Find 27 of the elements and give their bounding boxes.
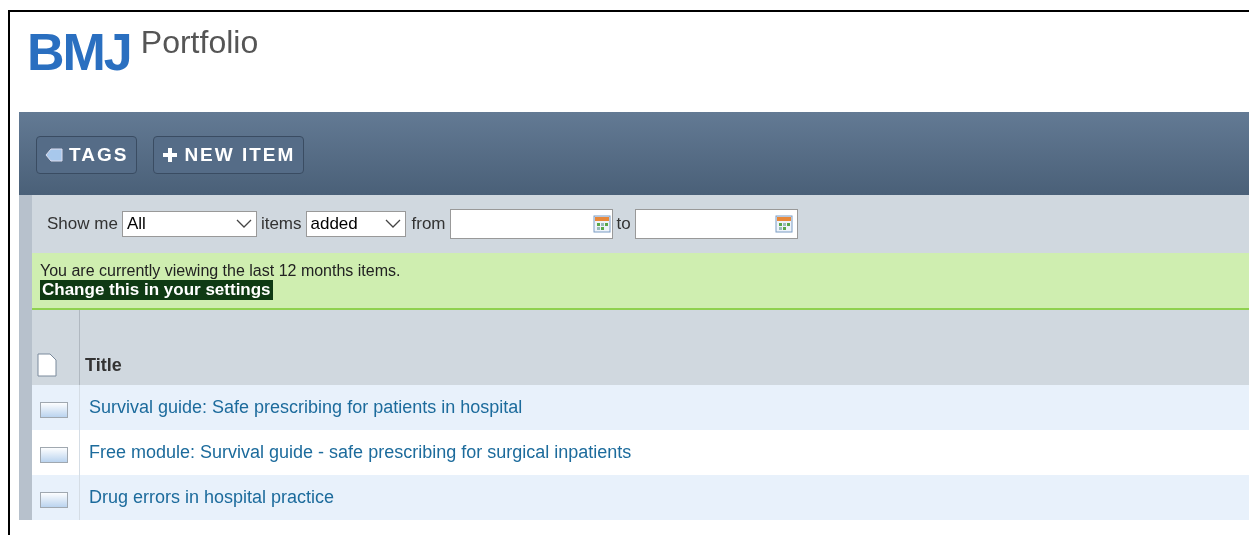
plus-icon bbox=[162, 147, 179, 163]
filter-label: from bbox=[411, 213, 446, 236]
chevron-down-icon bbox=[384, 219, 401, 229]
item-title-link[interactable]: Free module: Survival guide - safe prescribing for surgical inpatients bbox=[89, 439, 632, 466]
logo-product: Portfolio bbox=[140, 26, 259, 58]
item-icon bbox=[40, 491, 68, 508]
item-icon bbox=[40, 446, 68, 463]
date-field[interactable] bbox=[449, 209, 613, 239]
notice-text: You are currently viewing the last 12 months items. bbox=[40, 261, 401, 280]
action-dropdown[interactable]: added bbox=[305, 211, 406, 237]
calendar-icon[interactable] bbox=[774, 215, 793, 233]
settings-link[interactable]: Change this in your settings bbox=[40, 280, 273, 300]
item-icon bbox=[40, 401, 68, 418]
date-field[interactable] bbox=[634, 209, 798, 239]
logo-mark: BMJ bbox=[27, 26, 131, 78]
item-title-link[interactable]: Drug errors in hospital practice bbox=[89, 484, 335, 511]
toolbar-button[interactable]: TAGS bbox=[36, 136, 138, 174]
show-dropdown[interactable]: All bbox=[121, 211, 257, 237]
toolbar-button[interactable]: NEW ITEM bbox=[153, 136, 305, 174]
document-icon bbox=[37, 353, 57, 377]
filter-label: Show me bbox=[47, 213, 118, 236]
column-header[interactable]: Title bbox=[85, 352, 122, 379]
tag-icon bbox=[45, 148, 63, 162]
filter-label: items bbox=[260, 213, 302, 236]
chevron-down-icon bbox=[235, 219, 252, 229]
calendar-icon[interactable] bbox=[592, 215, 611, 233]
filter-label: to bbox=[616, 213, 631, 236]
